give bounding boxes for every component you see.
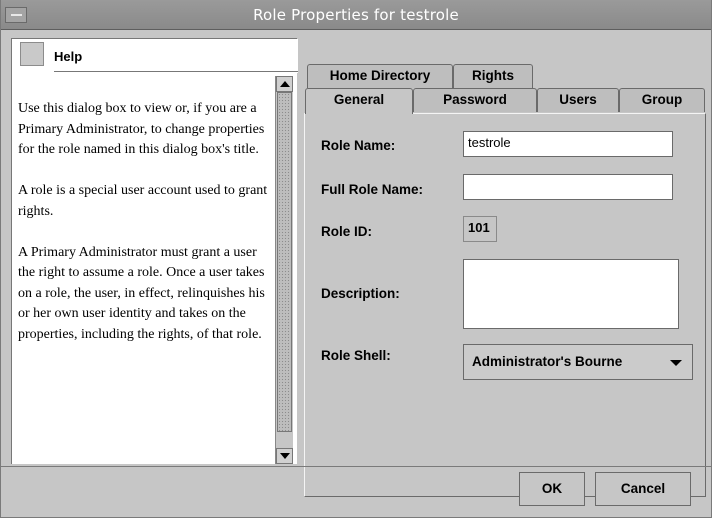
role-shell-label: Role Shell:	[321, 348, 391, 363]
tab-label: General	[333, 92, 385, 107]
help-paragraph: A role is a special user account used to…	[18, 183, 268, 219]
button-bar-divider	[1, 466, 711, 467]
help-paragraph: Use this dialog box to view or, if you a…	[18, 101, 265, 157]
tab-rights[interactable]: Rights	[453, 64, 533, 88]
role-properties-dialog: Role Properties for testrole Help Use th…	[0, 0, 712, 518]
tab-label: Home Directory	[329, 68, 431, 83]
description-field[interactable]	[463, 259, 679, 329]
arrow-down-icon	[279, 453, 290, 459]
general-tab-content: Role Name: testrole Full Role Name: Role…	[304, 113, 706, 497]
help-scrollbar[interactable]	[275, 76, 293, 464]
role-name-label: Role Name:	[321, 138, 396, 153]
properties-panel: Home Directory Rights Password Users Gro…	[299, 38, 711, 497]
help-title: Help	[54, 49, 83, 64]
role-shell-value: Administrator's Bourne	[472, 354, 623, 369]
cancel-button[interactable]: Cancel	[595, 472, 691, 506]
help-pane: Help Use this dialog box to view or, if …	[11, 38, 298, 464]
arrow-up-icon	[279, 81, 290, 87]
role-name-field[interactable]: testrole	[463, 131, 673, 157]
ok-button[interactable]: OK	[519, 472, 585, 506]
tab-general[interactable]: General	[305, 88, 413, 114]
scroll-up-button[interactable]	[276, 76, 293, 92]
scroll-thumb[interactable]	[277, 92, 292, 432]
tab-home-directory[interactable]: Home Directory	[307, 64, 453, 88]
chevron-down-icon	[670, 360, 682, 366]
title-bar[interactable]: Role Properties for testrole	[1, 0, 711, 30]
role-id-label: Role ID:	[321, 224, 373, 239]
role-id-value: 101	[463, 216, 497, 242]
role-shell-dropdown[interactable]: Administrator's Bourne	[463, 344, 693, 380]
help-text: Use this dialog box to view or, if you a…	[18, 99, 274, 366]
tab-label: Rights	[472, 68, 514, 83]
scroll-down-button[interactable]	[276, 448, 293, 464]
full-role-name-field[interactable]	[463, 174, 673, 200]
help-paragraph: A Primary Administrator must grant a use…	[18, 244, 265, 342]
tab-label: Users	[559, 92, 597, 107]
full-role-name-label: Full Role Name:	[321, 182, 424, 197]
help-icon[interactable]	[20, 42, 44, 66]
help-header: Help	[12, 39, 298, 73]
tab-password[interactable]: Password	[413, 88, 537, 112]
tab-label: Password	[443, 92, 507, 107]
tab-users[interactable]: Users	[537, 88, 619, 112]
help-divider	[54, 71, 298, 72]
description-label: Description:	[321, 286, 400, 301]
tab-label: Group	[641, 92, 683, 107]
tab-group[interactable]: Group	[619, 88, 705, 112]
window-title: Role Properties for testrole	[253, 6, 459, 24]
